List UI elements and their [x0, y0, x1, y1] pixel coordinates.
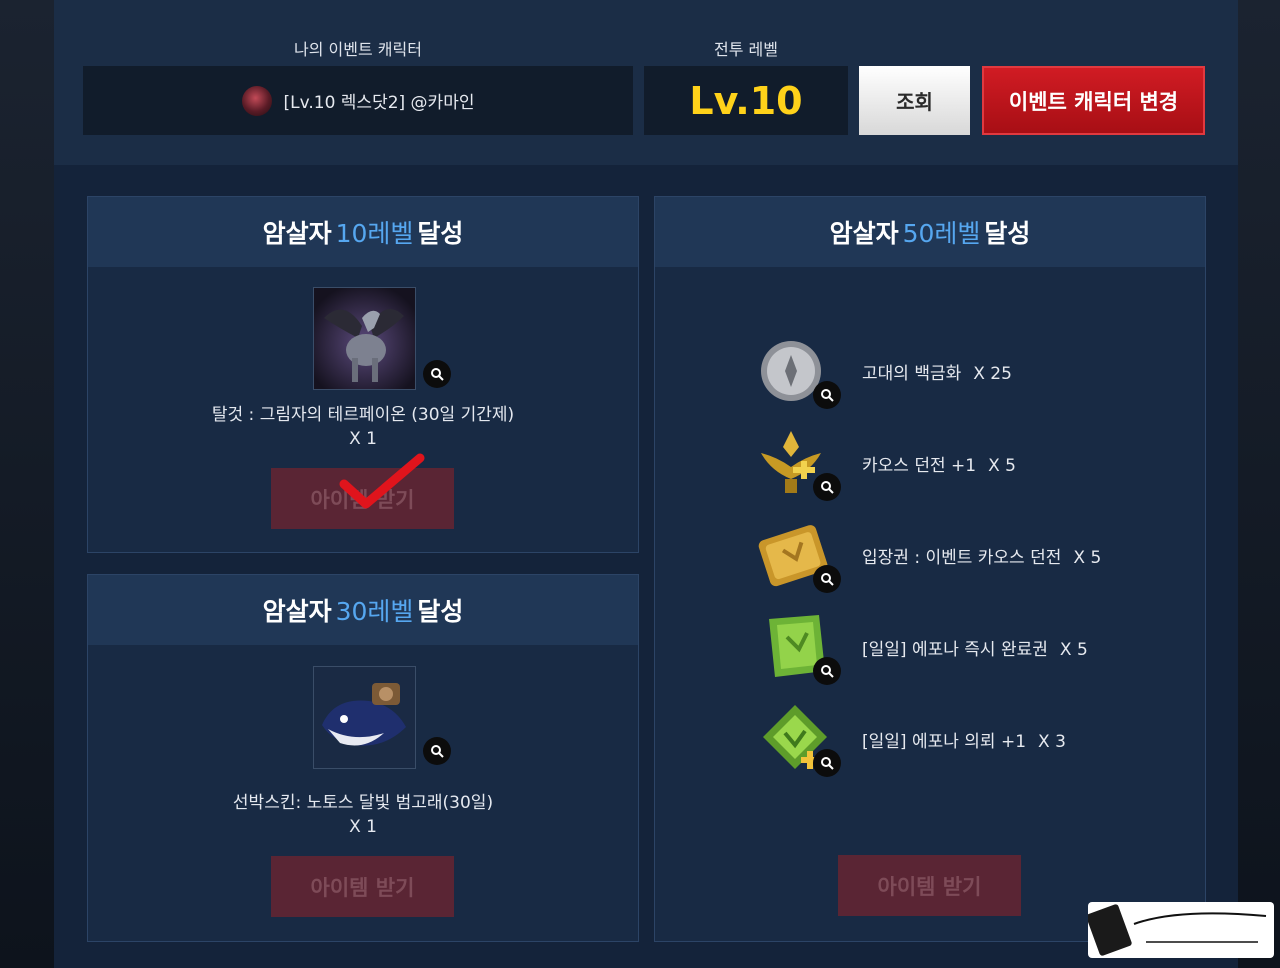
item-name: 선박스킨: 노토스 달빛 범고래(30일) [232, 793, 494, 813]
reward-quantity: X 25 [973, 364, 1012, 384]
character-select[interactable]: [Lv.10 렉스닷2] @카마인 [83, 66, 633, 135]
zoom-icon[interactable] [813, 565, 841, 593]
title-level: 10레벨 [335, 219, 414, 248]
reward-quantity: X 5 [1059, 640, 1088, 660]
receive-item-button[interactable]: 아이템 받기 [271, 856, 454, 917]
reward-label: 고대의 백금화 X 25 [862, 359, 1012, 384]
title-suffix: 달성 [984, 219, 1031, 248]
title-suffix: 달성 [417, 597, 464, 626]
title-suffix: 달성 [417, 219, 464, 248]
reward-name: 고대의 백금화 [862, 364, 962, 384]
zoom-icon[interactable] [423, 360, 451, 388]
receive-item-button[interactable]: 아이템 받기 [838, 855, 1021, 916]
reward-quantity: X 5 [1073, 548, 1102, 568]
zoom-icon[interactable] [813, 657, 841, 685]
orca-ship-skin-icon[interactable] [313, 666, 416, 769]
item-quantity: X 1 [349, 429, 377, 449]
reward-item: 고대의 백금화 X 25 [755, 331, 1225, 411]
reward-name: 입장권 : 이벤트 카오스 던전 [862, 548, 1062, 568]
level-label: 전투 레벨 [714, 40, 778, 59]
reward-name: [일일] 에포나 의뢰 +1 [862, 732, 1027, 752]
item-name: 탈것 : 그림자의 테르페이온 (30일 기간제) [211, 405, 515, 425]
title-class: 암살자 [262, 597, 332, 626]
pegasus-mount-icon[interactable] [313, 287, 416, 390]
title-class: 암살자 [829, 219, 899, 248]
zoom-icon[interactable] [813, 473, 841, 501]
reward-label: 카오스 던전 +1 X 5 [862, 451, 1016, 476]
reward-label: 입장권 : 이벤트 카오스 던전 X 5 [862, 543, 1101, 568]
character-label: 나의 이벤트 캐릭터 [294, 40, 422, 59]
reward-quantity: X 3 [1038, 732, 1066, 752]
reward-panel-lv10: 암살자 10레벨 달성 탈것 : 그림자의 테르페이온 (30일 기간제) X … [87, 196, 639, 553]
zoom-icon[interactable] [813, 381, 841, 409]
reward-name: [일일] 에포나 즉시 완료권 [862, 640, 1048, 660]
claimed-check-icon [338, 452, 428, 526]
title-level: 30레벨 [335, 597, 414, 626]
background-right [1238, 0, 1280, 968]
photographer-watermark-logo [1086, 902, 1274, 958]
reward-label: [일일] 에포나 즉시 완료권 X 5 [862, 635, 1088, 660]
reward-item: 카오스 던전 +1 X 5 [755, 423, 1225, 503]
character-name: [Lv.10 렉스닷2] @카마인 [283, 93, 475, 113]
reward-panel-lv50: 암살자 50레벨 달성 고대의 백금화 X 25 카오스 던전 +1 X 5 입… [654, 196, 1206, 942]
change-character-button[interactable]: 이벤트 캐릭터 변경 [982, 66, 1205, 135]
panel-title: 암살자 10레벨 달성 [88, 197, 638, 267]
reward-quantity: X 5 [988, 456, 1016, 476]
query-button[interactable]: 조회 [859, 66, 970, 135]
title-class: 암살자 [262, 219, 332, 248]
title-level: 50레벨 [902, 219, 981, 248]
reward-name: 카오스 던전 +1 [862, 456, 977, 476]
panel-title: 암살자 50레벨 달성 [655, 197, 1205, 267]
panel-title: 암살자 30레벨 달성 [88, 575, 638, 645]
reward-item: 입장권 : 이벤트 카오스 던전 X 5 [755, 515, 1225, 595]
zoom-icon[interactable] [423, 737, 451, 765]
zoom-icon[interactable] [813, 749, 841, 777]
reward-item: [일일] 에포나 즉시 완료권 X 5 [755, 607, 1225, 687]
item-quantity: X 1 [349, 817, 377, 837]
reward-item: [일일] 에포나 의뢰 +1 X 3 [755, 699, 1225, 779]
avatar [241, 85, 272, 116]
background-left [0, 0, 54, 968]
reward-label: [일일] 에포나 의뢰 +1 X 3 [862, 727, 1066, 752]
reward-panel-lv30: 암살자 30레벨 달성 선박스킨: 노토스 달빛 범고래(30일) X 1 아이… [87, 574, 639, 942]
level-display: Lv.10 [644, 66, 848, 135]
